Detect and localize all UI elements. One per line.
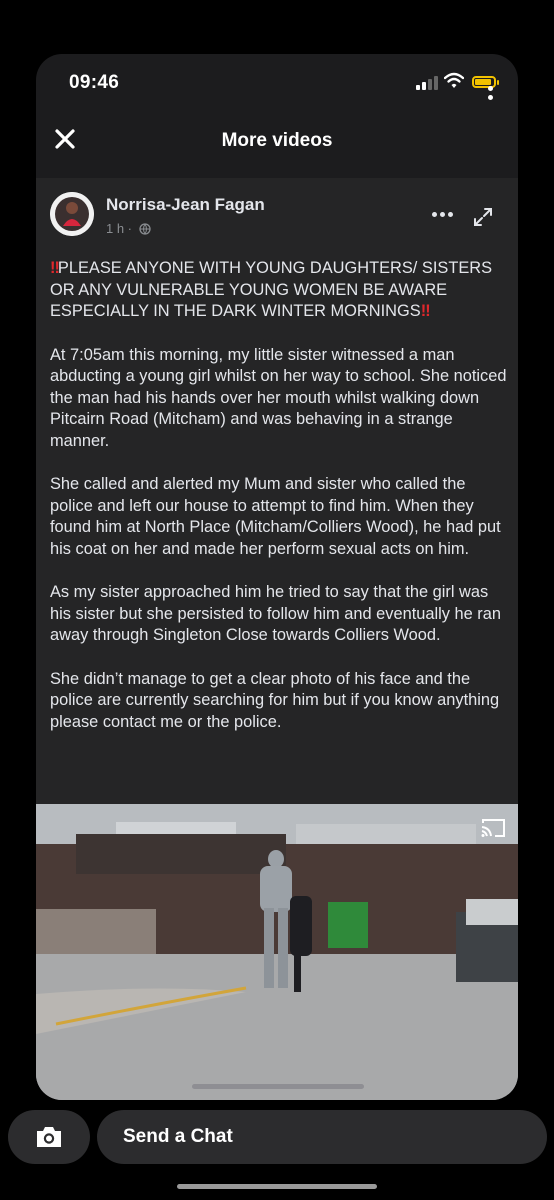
indicator-dots (488, 86, 494, 104)
chat-placeholder: Send a Chat (123, 1126, 233, 1147)
post-paragraph-2: She called and alerted my Mum and sister… (50, 475, 501, 558)
camera-button[interactable] (8, 1110, 90, 1164)
camera-icon (37, 1127, 61, 1147)
status-time: 09:46 (69, 72, 120, 93)
chat-input[interactable]: Send a Chat (97, 1110, 547, 1164)
post-time-text: 1 h · (106, 221, 133, 236)
cast-icon[interactable] (480, 818, 506, 838)
globe-icon (138, 223, 151, 235)
signal-icon (416, 76, 438, 90)
chat-bar: Send a Chat (0, 1104, 554, 1200)
more-dots-icon[interactable] (432, 210, 454, 220)
phone-screen: 09:46 More videos Norrisa-Jean Fagan 1 h… (36, 54, 518, 1100)
post-body: ‼PLEASE ANYONE WITH YOUNG DAUGHTERS/ SIS… (50, 258, 508, 755)
expand-icon[interactable] (472, 206, 494, 228)
video-frame (36, 804, 518, 1100)
status-bar: 09:46 (36, 54, 518, 112)
video-player[interactable] (36, 804, 518, 1100)
page-title: More videos (221, 130, 333, 151)
post-card: Norrisa-Jean Fagan 1 h · ‼PLEASE ANYONE … (36, 178, 518, 1100)
post-author[interactable]: Norrisa-Jean Fagan (106, 195, 265, 215)
post-paragraph-4: She didn’t manage to get a clear photo o… (50, 669, 500, 731)
alert-paragraph: ‼PLEASE ANYONE WITH YOUNG DAUGHTERS/ SIS… (50, 258, 508, 323)
avatar[interactable] (50, 192, 94, 236)
wifi-icon (444, 72, 464, 88)
home-indicator[interactable] (177, 1184, 377, 1189)
post-paragraph-3: As my sister approached him he tried to … (50, 583, 501, 644)
alert-marks-start: ‼ (50, 259, 60, 277)
post-timestamp: 1 h · (106, 221, 151, 236)
alert-marks-end: ‼ (420, 302, 431, 320)
post-paragraph-1: At 7:05am this morning, my little sister… (50, 345, 507, 450)
video-scrub-handle[interactable] (192, 1084, 364, 1089)
nav-header: More videos (36, 112, 518, 174)
